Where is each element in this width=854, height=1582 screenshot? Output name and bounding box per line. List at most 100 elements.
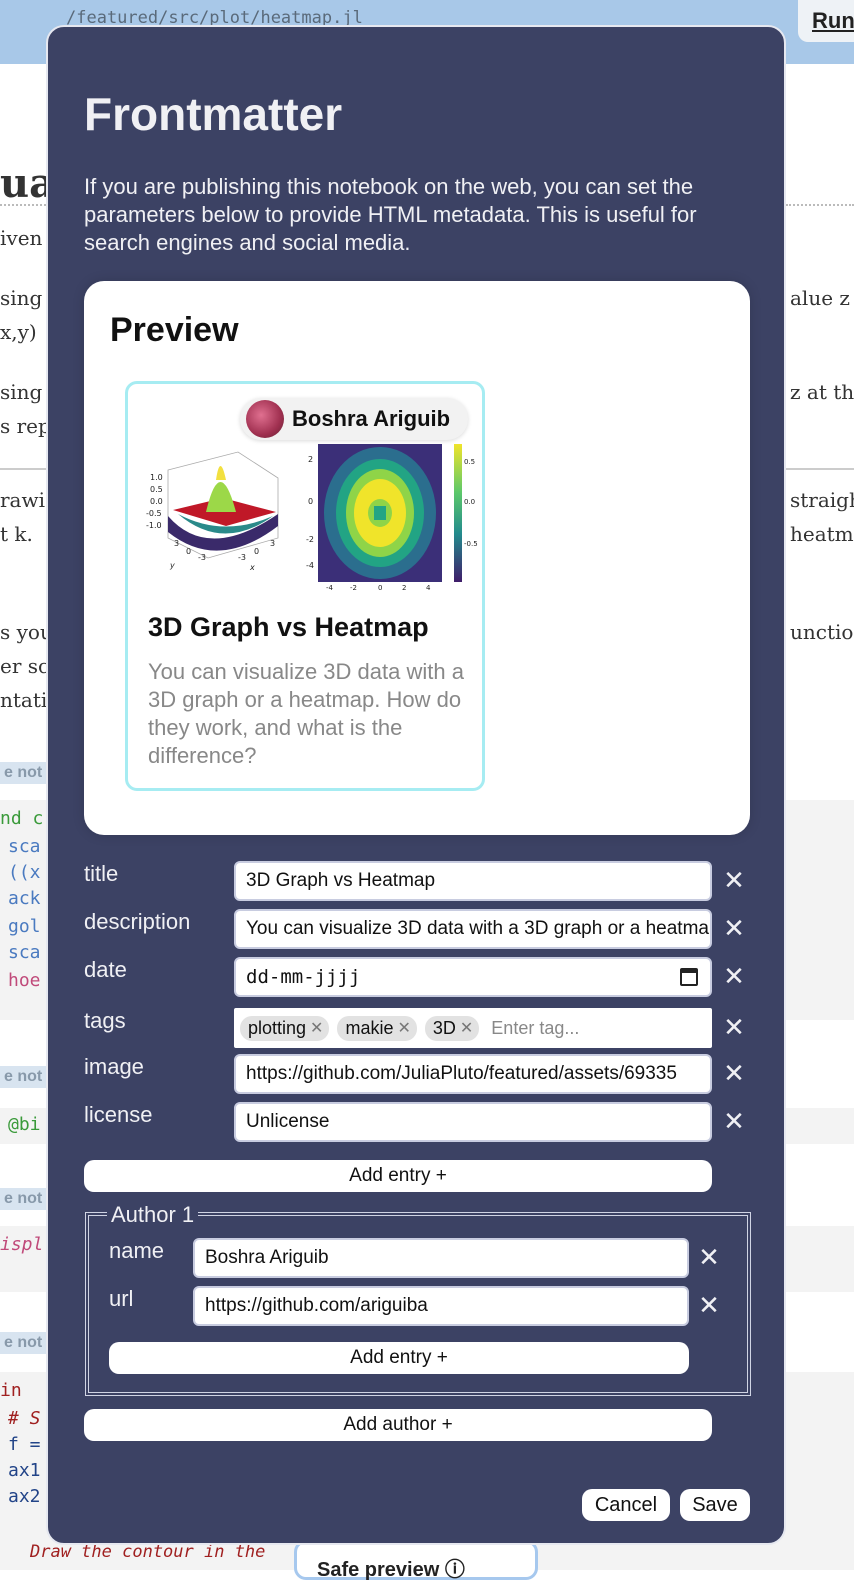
bg-text-fragment: heatm — [790, 522, 854, 546]
calendar-icon[interactable] — [680, 968, 698, 986]
save-button[interactable]: Save — [680, 1489, 750, 1521]
surface-tick: -1.0 — [146, 521, 162, 530]
field-label-title: title — [84, 861, 119, 886]
field-label-date: date — [84, 957, 127, 982]
bg-text-fragment: unctior — [790, 620, 854, 644]
field-label-image: image — [84, 1054, 144, 1079]
preview-panel: Preview 1.0 0.5 0.0 -0.5 -1.0 3 0 -3 -3 … — [84, 281, 750, 835]
tag-remove-icon[interactable]: ✕ — [310, 1018, 323, 1038]
dialog-description: If you are publishing this notebook on t… — [84, 174, 697, 255]
surface-tick: 0.5 — [150, 485, 163, 494]
bg-text-fragment: alue z — [790, 286, 850, 310]
remove-image-icon[interactable]: ✕ — [722, 1058, 746, 1089]
field-row-image: image https://github.com/JuliaPluto/feat… — [84, 1054, 754, 1094]
bg-code-fragment: sca — [8, 942, 41, 963]
heatmap-tick: -2 — [350, 584, 357, 592]
surface-tick: -3 — [198, 553, 206, 562]
field-row-date: date dd-mm-jjjj ✕ — [84, 957, 754, 997]
bg-text-fragment: s you — [0, 620, 53, 644]
preview-card-image: 1.0 0.5 0.0 -0.5 -1.0 3 0 -3 -3 0 3 y x — [146, 444, 478, 592]
tag-chip: makie ✕ — [337, 1015, 417, 1041]
bg-code-fragment: # S — [8, 1408, 41, 1429]
remove-author-url-icon[interactable]: ✕ — [697, 1290, 721, 1321]
bg-rule — [0, 468, 46, 470]
bg-text-fragment: rawi — [0, 488, 45, 512]
date-input[interactable]: dd-mm-jjjj — [234, 957, 712, 997]
bg-text-fragment: sing — [0, 286, 43, 310]
remove-license-icon[interactable]: ✕ — [722, 1106, 746, 1137]
bg-divider — [0, 204, 46, 206]
bg-code-fragment: gol — [8, 916, 41, 937]
author-field-row-name: name Boshra Ariguib ✕ — [109, 1238, 729, 1278]
bg-text-fragment: t k. — [0, 522, 33, 546]
heatmap-tick: -2 — [306, 535, 314, 544]
heatmap-tick: 4 — [426, 584, 431, 592]
add-entry-button[interactable]: Add entry + — [84, 1160, 712, 1192]
cancel-button[interactable]: Cancel — [582, 1489, 670, 1521]
colorbar-tick: 0.0 — [464, 498, 475, 506]
bg-text-fragment: ntati — [0, 688, 48, 712]
preview-card[interactable]: 1.0 0.5 0.0 -0.5 -1.0 3 0 -3 -3 0 3 y x — [125, 381, 485, 791]
image-input[interactable]: https://github.com/JuliaPluto/featured/a… — [234, 1054, 712, 1094]
colorbar-tick: 0.5 — [464, 458, 475, 466]
add-author-button[interactable]: Add author + — [84, 1409, 712, 1441]
remove-author-name-icon[interactable]: ✕ — [697, 1242, 721, 1273]
tag-entry-input[interactable]: Enter tag... — [491, 1018, 579, 1039]
surface-plot-thumbnail: 1.0 0.5 0.0 -0.5 -1.0 3 0 -3 -3 0 3 y x — [146, 451, 279, 572]
tag-remove-icon[interactable]: ✕ — [397, 1018, 410, 1038]
heatmap-tick: 0 — [378, 584, 382, 592]
field-label-license: license — [84, 1102, 153, 1127]
author-field-label-url: url — [109, 1286, 134, 1311]
author-add-entry-button[interactable]: Add entry + — [109, 1342, 689, 1374]
frontmatter-dialog: Frontmatter If you are publishing this n… — [46, 25, 786, 1545]
heatmap-tick: -4 — [326, 584, 334, 592]
author-url-input[interactable]: https://github.com/ariguiba — [193, 1286, 689, 1326]
bg-code-fragment: Draw the contour in the — [30, 1542, 266, 1562]
bg-text-fragment: x,y) — [0, 320, 37, 344]
run-button[interactable]: Run — [798, 0, 854, 42]
surface-tick: 1.0 — [150, 473, 163, 482]
heatmap-thumbnail: 2 0 -2 -4 -4 -2 0 2 4 — [306, 444, 442, 592]
preview-heading: Preview — [110, 311, 239, 349]
bg-divider — [786, 204, 854, 206]
bg-code-fragment: nd c — [0, 808, 44, 829]
surface-axis-label: x — [249, 563, 255, 572]
remove-description-icon[interactable]: ✕ — [722, 913, 746, 944]
bg-rule — [786, 468, 854, 470]
remove-date-icon[interactable]: ✕ — [722, 961, 746, 992]
surface-tick: 0 — [186, 547, 191, 556]
author-fieldset: Author 1 name Boshra Ariguib ✕ url https… — [85, 1202, 751, 1396]
tag-label: plotting — [248, 1017, 307, 1038]
author-name-input[interactable]: Boshra Ariguib — [193, 1238, 689, 1278]
safe-preview-button[interactable]: Safe preview ⓘ — [294, 1540, 538, 1581]
bg-text-fragment: iven — [0, 226, 43, 250]
tag-label: makie — [345, 1017, 394, 1038]
license-input[interactable]: Unlicense — [234, 1102, 712, 1142]
preview-card-description: You can visualize 3D data with a 3D grap… — [148, 659, 464, 768]
preview-card-title: 3D Graph vs Heatmap — [148, 612, 429, 642]
bg-code-fragment: ack — [8, 888, 41, 909]
tags-input[interactable]: plotting ✕ makie ✕ 3D ✕ Enter tag... — [234, 1008, 712, 1048]
heatmap-tick: 2 — [402, 584, 406, 592]
bg-code-fragment: in — [0, 1380, 22, 1401]
bg-text-fragment: er sc — [0, 654, 50, 678]
tag-remove-icon[interactable]: ✕ — [460, 1018, 473, 1038]
remove-title-icon[interactable]: ✕ — [722, 865, 746, 896]
avatar — [246, 400, 284, 438]
title-input[interactable]: 3D Graph vs Heatmap — [234, 861, 712, 901]
field-row-license: license Unlicense ✕ — [84, 1102, 754, 1142]
field-row-description: description You can visualize 3D data wi… — [84, 909, 754, 949]
safe-preview-label: Safe preview — [317, 1559, 440, 1581]
surface-axis-label: y — [169, 561, 175, 570]
field-label-tags: tags — [84, 1008, 126, 1033]
bg-code-fragment: f = — [8, 1434, 41, 1455]
date-placeholder: dd-mm-jjjj — [246, 966, 361, 988]
surface-tick: 0.0 — [150, 497, 163, 506]
info-icon: ⓘ — [444, 1559, 465, 1581]
bg-code-fragment: @bi — [8, 1114, 41, 1135]
remove-tags-icon[interactable]: ✕ — [722, 1012, 746, 1043]
bg-code-fragment: sca — [8, 836, 41, 857]
bg-code-fragment: hoe — [8, 970, 41, 991]
description-input[interactable]: You can visualize 3D data with a 3D grap… — [234, 909, 712, 949]
heatmap-colorbar — [454, 444, 462, 582]
